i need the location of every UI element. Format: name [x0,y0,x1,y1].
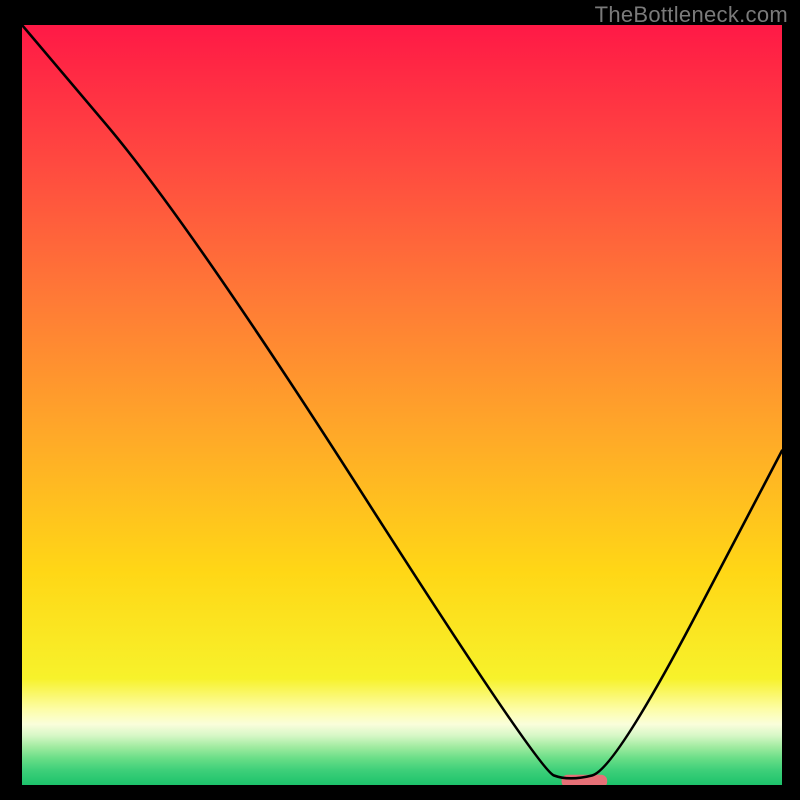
gradient-background [22,25,782,785]
watermark-text: TheBottleneck.com [595,2,788,28]
chart-svg [22,25,782,785]
plot-area [22,25,782,785]
chart-frame: TheBottleneck.com [0,0,800,800]
